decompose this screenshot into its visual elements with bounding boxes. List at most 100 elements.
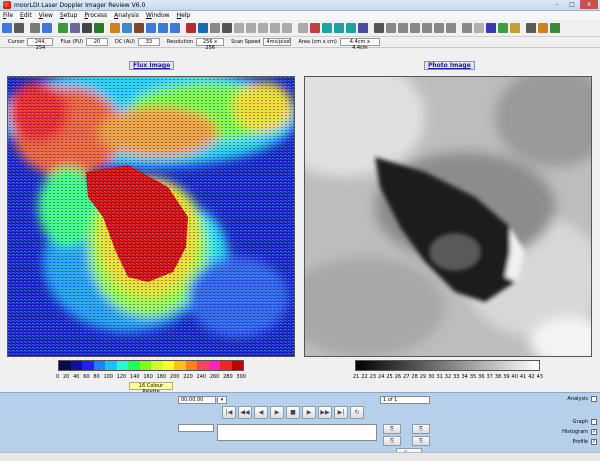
palette-swatch (231, 361, 243, 370)
page-field[interactable]: 1 of 1 (380, 396, 430, 404)
toolbar-button-icon[interactable] (386, 23, 396, 33)
graph-checkbox[interactable] (591, 419, 597, 425)
toolbar-button-icon[interactable] (310, 23, 320, 33)
toolbar-button-icon[interactable] (526, 23, 536, 33)
toolbar-button-icon[interactable] (146, 23, 156, 33)
menu-view[interactable]: View (39, 12, 53, 19)
toolbar-button-icon[interactable] (374, 23, 384, 33)
menu-setup[interactable]: Setup (60, 12, 77, 19)
toolbar-button-icon[interactable] (434, 23, 444, 33)
menu-help[interactable]: Help (177, 12, 191, 19)
toolbar-button-icon[interactable] (82, 23, 92, 33)
palette-tick-label: 23 (369, 374, 377, 380)
toolbar-button-icon[interactable] (70, 23, 80, 33)
toolbar-button-icon[interactable] (410, 23, 420, 33)
toolbar-button-icon[interactable] (122, 23, 132, 33)
histogram-checkbox[interactable]: ✓ (591, 429, 597, 435)
toolbar-button-icon[interactable] (510, 23, 520, 33)
time-field[interactable]: 00:00.00 (178, 396, 216, 404)
toolbar-button-icon[interactable] (210, 23, 220, 33)
time-spin-button[interactable]: ▾ (217, 396, 227, 404)
copy-button-2[interactable]: ⎘ (412, 424, 430, 434)
first-frame-button[interactable]: |◀ (222, 406, 236, 419)
toolbar-button-icon[interactable] (270, 23, 280, 33)
stop-button[interactable]: ■ (286, 406, 300, 419)
toolbar-button-icon[interactable] (346, 23, 356, 33)
palette-tick-label: 28 (411, 374, 418, 380)
toolbar-button-icon[interactable] (486, 23, 496, 33)
play-button[interactable]: ▶ (270, 406, 284, 419)
palette-name-label[interactable]: 16 Colour Palette (129, 382, 173, 395)
toolbar-button-icon[interactable] (42, 23, 52, 33)
analysis-checkbox[interactable] (591, 396, 597, 402)
toolbar-button-icon[interactable] (446, 23, 456, 33)
toolbar-button-icon[interactable] (58, 23, 68, 33)
menu-edit[interactable]: Edit (20, 12, 32, 19)
menu-analysis[interactable]: Analysis (114, 12, 139, 19)
menu-file[interactable]: File (3, 12, 13, 19)
palette-tick-label: 39 (503, 374, 510, 380)
palette-swatch (185, 361, 197, 370)
photo-image[interactable] (304, 76, 592, 357)
minimize-button[interactable]: – (550, 0, 564, 9)
palette-swatch (139, 361, 151, 370)
toolbar-button-icon[interactable] (398, 23, 408, 33)
graph-option[interactable]: Graph (573, 419, 597, 425)
toolbar-button-icon[interactable] (538, 23, 548, 33)
frame-input[interactable] (178, 424, 214, 432)
toolbar-button-icon[interactable] (298, 23, 308, 33)
analysis-option[interactable]: Analysis (567, 396, 597, 402)
toolbar-button-icon[interactable] (170, 23, 180, 33)
palette-swatch (93, 361, 105, 370)
notes-area[interactable] (217, 424, 377, 441)
window-controls: – □ x (549, 0, 598, 9)
toolbar-button-icon[interactable] (186, 23, 196, 33)
flux-image[interactable] (7, 76, 295, 357)
toolbar-button-icon[interactable] (94, 23, 104, 33)
toolbar-button-icon[interactable] (498, 23, 508, 33)
palette-tick-label: 60 (83, 374, 90, 380)
toolbar-button-icon[interactable] (234, 23, 244, 33)
toolbar-button-icon[interactable] (30, 23, 40, 33)
toolbar-button-icon[interactable] (322, 23, 332, 33)
toolbar-button-icon[interactable] (474, 23, 484, 33)
step-back-button[interactable]: ◀ (254, 406, 268, 419)
menu-process[interactable]: Process (84, 12, 107, 19)
toolbar-button-icon[interactable] (198, 23, 208, 33)
toolbar-button-icon[interactable] (14, 23, 24, 33)
maximize-button[interactable]: □ (565, 0, 579, 9)
palette-tick-label: 300 (236, 374, 246, 380)
toolbar-button-icon[interactable] (334, 23, 344, 33)
toolbar-button-icon[interactable] (258, 23, 268, 33)
toolbar-button-icon[interactable] (110, 23, 120, 33)
toolbar-button-icon[interactable] (222, 23, 232, 33)
histogram-option[interactable]: Histogram ✓ (562, 429, 597, 435)
profile-checkbox[interactable]: ✓ (591, 439, 597, 445)
toolbar-button-icon[interactable] (422, 23, 432, 33)
copy-button-1[interactable]: ⎘ (383, 424, 401, 434)
toolbar-button-icon[interactable] (358, 23, 368, 33)
fast-forward-button[interactable]: ▶▶ (318, 406, 332, 419)
toolbar-button-icon[interactable] (134, 23, 144, 33)
menu-window[interactable]: Window (146, 12, 170, 19)
graph-label: Graph (572, 419, 588, 425)
toolbar-button-icon[interactable] (282, 23, 292, 33)
flux-image-title[interactable]: Flux Image (129, 61, 175, 70)
palette-tick-label: 42 (528, 374, 535, 380)
toolbar-button-icon[interactable] (550, 23, 560, 33)
close-button[interactable]: x (580, 0, 598, 9)
title-bar: moorLDI Laser Doppler Imager Review V6.0… (0, 0, 600, 11)
profile-option[interactable]: Profile ✓ (572, 439, 597, 445)
toolbar-button-icon[interactable] (158, 23, 168, 33)
last-frame-button[interactable]: ▶| (334, 406, 348, 419)
palette-swatch (197, 361, 209, 370)
toolbar-button-icon[interactable] (2, 23, 12, 33)
rewind-button[interactable]: ◀◀ (238, 406, 252, 419)
loop-button[interactable]: ↻ (350, 406, 364, 419)
step-forward-button[interactable]: ▶ (302, 406, 316, 419)
toolbar-button-icon[interactable] (462, 23, 472, 33)
photo-image-title[interactable]: Photo Image (424, 61, 475, 70)
toolbar-button-icon[interactable] (246, 23, 256, 33)
paste-button-1[interactable]: ⎘ (383, 436, 401, 446)
paste-button-2[interactable]: ⎘ (412, 436, 430, 446)
